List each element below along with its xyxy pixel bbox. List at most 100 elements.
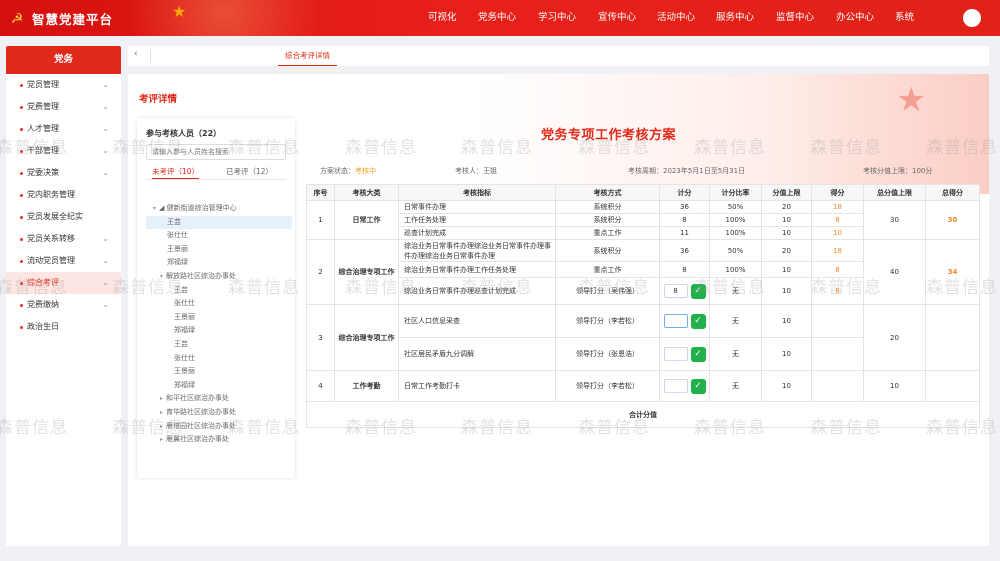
sidebar-item[interactable]: 人才管理 ⌄ <box>6 118 121 140</box>
bullet-icon <box>20 260 23 263</box>
cell-method: 领导打分（吴伟强） <box>555 277 660 305</box>
tree-node[interactable]: 郑福绿 <box>146 379 292 392</box>
caret-right-icon[interactable]: ▸ <box>160 409 163 416</box>
tree-node[interactable]: 王芸 <box>146 338 292 351</box>
score-entry: ✓ <box>663 313 706 329</box>
cell-indicator: 巡查计划完成 <box>398 226 556 240</box>
tree-node[interactable]: ▾ 解放路社区综治办事处 <box>146 270 292 283</box>
cell-category: 日常工作 <box>334 200 399 240</box>
party-emblem-icon: ☭ <box>10 10 24 27</box>
cell-total-score: 30 <box>925 200 980 240</box>
sidebar-item[interactable]: 党员管理 ⌄ <box>6 74 121 96</box>
tree-node-label: 张仕仕 <box>167 231 188 240</box>
sidebar-item[interactable]: 党费管理 ⌄ <box>6 96 121 118</box>
tree-node[interactable]: 王景丽 <box>146 365 292 378</box>
check-icon[interactable]: ✓ <box>690 346 706 362</box>
app-logo[interactable]: ☭ 智慧党建平台 <box>8 9 113 28</box>
plan-status-value: 考核中 <box>355 167 376 175</box>
nav-item[interactable]: 系统 <box>895 0 914 36</box>
sidebar-item[interactable]: 党内职务管理 <box>6 184 121 206</box>
tree-node[interactable]: 张仕仕 <box>146 229 292 242</box>
sidebar-item-label: 党费管理 <box>27 102 59 111</box>
column-header: 分值上限 <box>761 184 812 201</box>
participant-search-input[interactable] <box>146 144 286 160</box>
score-input[interactable] <box>663 314 688 328</box>
plan-status-label: 方案状态： <box>320 167 355 175</box>
cell-ratio: 无 <box>709 304 762 338</box>
score-input[interactable] <box>663 347 688 361</box>
avatar[interactable] <box>963 9 981 27</box>
chevron-down-icon: ⌄ <box>102 124 109 133</box>
cell-indicator: 工作任务处理 <box>398 213 556 227</box>
cell-method: 系统积分 <box>555 200 660 214</box>
cell-ratio: 无 <box>709 370 762 402</box>
nav-item[interactable]: 党务中心 <box>478 0 516 36</box>
sidebar-item[interactable]: 干部管理 ⌄ <box>6 140 121 162</box>
tree-node-label: 育华路社区综治办事处 <box>166 408 237 416</box>
tree-node[interactable]: 张仕仕 <box>146 297 292 310</box>
tree-node[interactable]: 王芸 <box>146 284 292 297</box>
check-icon[interactable]: ✓ <box>690 283 706 299</box>
main-panel: ★ 考评详情 参与考核人员（22） 未考评（10） 已考评（12） ▾◢ 健新街… <box>128 74 989 546</box>
column-header: 总得分 <box>925 184 980 201</box>
tree-node[interactable]: 王芸 <box>146 215 292 229</box>
sidebar-item[interactable]: 综合考评 ⌄ <box>6 272 121 294</box>
caret-right-icon[interactable]: ▸ <box>160 423 163 430</box>
cell-cap: 20 <box>761 200 812 214</box>
check-icon[interactable]: ✓ <box>690 313 706 329</box>
caret-down-icon[interactable]: ▾ <box>153 205 156 212</box>
tree-node[interactable]: ▾ ◢ 健新街道综治管理中心 <box>146 202 292 215</box>
cell-category: 工作考勤 <box>334 370 399 402</box>
bullet-icon <box>20 216 23 219</box>
score-value: 10 <box>833 229 842 237</box>
tab-done[interactable]: 已考评（12） <box>226 166 273 178</box>
back-icon[interactable]: ‹ <box>134 49 138 59</box>
sidebar-title: 党务 <box>6 46 121 74</box>
tab-assessment-detail[interactable]: 综合考评详情 <box>278 46 337 66</box>
caret-right-icon[interactable]: ▸ <box>160 436 163 443</box>
nav-item[interactable]: 服务中心 <box>716 0 754 36</box>
tab-bar: ‹ 综合考评详情 <box>128 46 989 66</box>
sidebar-item[interactable]: 政治生日 <box>6 316 121 338</box>
tree-node[interactable]: 郑福绿 <box>146 256 292 269</box>
tree-node[interactable]: 张仕仕 <box>146 352 292 365</box>
table-row: 4 工作考勤 日常工作考勤打卡 领导打分（李若松） ✓ 无 10 10 <box>306 370 980 402</box>
cell-ratio: 100% <box>709 261 762 278</box>
tree-node-label: 解放路社区综治办事处 <box>166 272 237 280</box>
sidebar-item[interactable]: 流动党员管理 ⌄ <box>6 250 121 272</box>
nav-item[interactable]: 活动中心 <box>657 0 695 36</box>
tree-node[interactable]: ▸ 和平社区综治办事处 <box>146 392 292 405</box>
score-entry: ✓ <box>663 378 706 394</box>
caret-down-icon[interactable]: ▾ <box>160 273 163 280</box>
check-icon[interactable]: ✓ <box>690 378 706 394</box>
plan-status: 方案状态：考核中 <box>320 166 376 176</box>
sidebar-item[interactable]: 党费缴纳 ⌄ <box>6 294 121 316</box>
tree-node[interactable]: ▸ 雁翼社区综治办事处 <box>146 433 292 446</box>
assessor: 考核人：王姐 <box>455 167 497 175</box>
assessment-table: 序号 考核大类 考核指标 考核方式 计分 计分比率 分值上限 得分 总分值上限 总得分 1 日常工作… <box>306 184 980 428</box>
tree-node[interactable]: 王景丽 <box>146 243 292 256</box>
sidebar-item[interactable]: 党委决策 ⌄ <box>6 162 121 184</box>
score-input[interactable] <box>663 379 688 393</box>
tree-node[interactable]: ▸ 育华路社区综治办事处 <box>146 406 292 419</box>
bullet-icon <box>20 106 23 109</box>
chevron-down-icon: ⌄ <box>102 80 109 89</box>
tree-node[interactable]: 王景丽 <box>146 311 292 324</box>
score-value: 18 <box>833 246 842 255</box>
nav-item[interactable]: 可视化 <box>428 0 457 36</box>
cell-cap: 10 <box>761 261 812 278</box>
tree-node[interactable]: ▸ 雁塔园社区综治办事处 <box>146 420 292 433</box>
caret-right-icon[interactable]: ▸ <box>160 395 163 402</box>
nav-item[interactable]: 监督中心 <box>776 0 814 36</box>
nav-item[interactable]: 办公中心 <box>836 0 874 36</box>
score-input[interactable]: 8 <box>663 284 688 298</box>
chevron-down-icon: ⌄ <box>102 146 109 155</box>
nav-item[interactable]: 学习中心 <box>538 0 576 36</box>
sidebar-item[interactable]: 党员关系转移 ⌄ <box>6 228 121 250</box>
cell-ratio: 100% <box>709 213 762 227</box>
tree-node[interactable]: 郑福绿 <box>146 324 292 337</box>
cell-got: 10 <box>811 226 864 240</box>
nav-item[interactable]: 宣传中心 <box>598 0 636 36</box>
tab-pending[interactable]: 未考评（10） <box>152 166 200 179</box>
sidebar-item[interactable]: 党员发展全纪实 <box>6 206 121 228</box>
